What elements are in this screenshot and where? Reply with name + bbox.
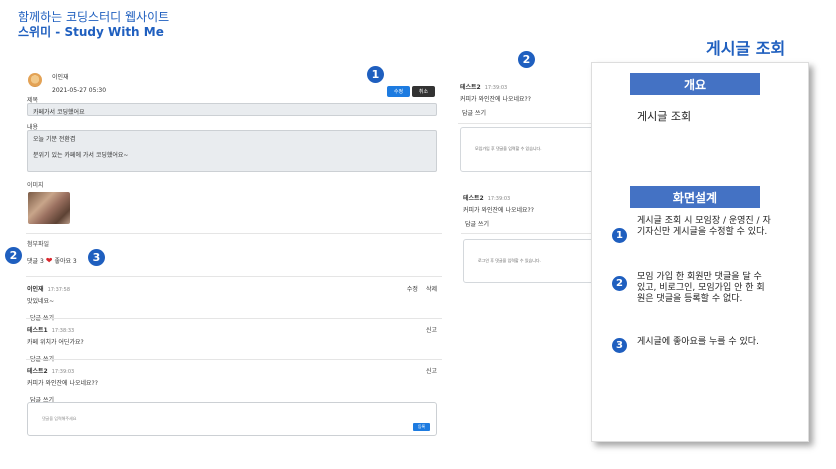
design-tag: 화면설계	[630, 186, 760, 208]
design-desc-1: 게시글 조회 시 모임장 / 운영진 / 자기자신만 게시글을 수정할 수 있다…	[637, 216, 771, 237]
comment-item: 테스트2 17:39:03 신고 커피가 와인잔에 나오네요?? 답글 쓰기	[27, 366, 441, 404]
comment-time: 17:37:58	[47, 287, 71, 293]
content-line: 분위기 있는 카페에 가서 코딩했어요~	[33, 152, 129, 159]
divider	[26, 359, 442, 360]
marker-2: 2	[518, 51, 535, 68]
marker-3: 3	[612, 338, 627, 353]
like-count: 좋아요 3	[54, 258, 77, 265]
attachment-label: 첨부파일	[27, 241, 50, 248]
comment-author: 테스트2	[463, 195, 484, 202]
page-title: 게시글 조회	[706, 39, 786, 58]
title-field[interactable]: 카페가서 코딩했어요	[27, 103, 437, 116]
submit-comment-button[interactable]: 등록	[413, 423, 430, 431]
design-desc-2: 모임 가입 한 회원만 댓글을 달 수 있고, 비로그인, 모임가입 안 한 회…	[637, 272, 765, 304]
comment-notice: 로그인 후 댓글을 입력할 수 있습니다.	[478, 258, 541, 263]
overview-tag: 개요	[630, 73, 760, 95]
marker-2: 2	[5, 247, 22, 264]
comment-text: 맛있네요~	[27, 298, 55, 305]
comment-preview-guest: 테스트2 17:39:03 커피가 와인잔에 나오네요?? 답글 쓰기 로그인 후…	[461, 193, 606, 285]
comment-edit-link[interactable]: 수정	[407, 284, 418, 293]
comment-like-row: 댓글 3 ❤ 좋아요 3	[27, 256, 77, 265]
post-date: 2021-05-27 05:30	[52, 87, 107, 94]
design-desc-3: 게시글에 좋아요를 누를 수 있다.	[637, 337, 759, 347]
overview-text: 게시글 조회	[637, 110, 692, 123]
marker-2: 2	[612, 276, 627, 291]
comment-time: 17:39:03	[487, 196, 511, 202]
site-subtitle: 스위미 - Study With Me	[18, 25, 164, 39]
post-author: 이인재	[52, 74, 69, 81]
comment-text: 카페 위치가 어딘가요?	[27, 339, 84, 346]
comment-text: 커피가 와인잔에 나오네요??	[460, 96, 531, 103]
comment-author: 이인재	[27, 286, 44, 293]
post-image[interactable]	[28, 192, 70, 224]
comment-input[interactable]: 댓글을 입력해주세요 등록	[27, 402, 437, 436]
site-header: 함께하는 코딩스터디 웹사이트 스위미 - Study With Me	[18, 10, 169, 40]
marker-3: 3	[88, 249, 105, 266]
description-panel: 개요 게시글 조회 화면설계 1 게시글 조회 시 모임장 / 운영진 / 자기…	[591, 62, 809, 442]
comment-item: 이인재17:37:58 수정 삭제 맛있네요~ 답글 쓰기	[27, 284, 441, 322]
reply-link[interactable]: 답글 쓰기	[465, 219, 489, 228]
avatar	[28, 73, 42, 87]
comment-disabled-box: 모임가입 후 댓글을 입력할 수 있습니다.	[460, 127, 601, 172]
site-title: 함께하는 코딩스터디 웹사이트	[18, 10, 170, 24]
comment-count: 댓글 3	[27, 258, 44, 265]
heart-icon[interactable]: ❤	[46, 256, 53, 265]
marker-1: 1	[367, 66, 384, 83]
comment-time: 17:39:03	[51, 369, 75, 375]
divider	[26, 318, 442, 319]
comment-time: 17:39:03	[484, 85, 508, 91]
divider	[461, 233, 606, 234]
comment-text: 커피가 와인잔에 나오네요??	[27, 380, 98, 387]
edit-button[interactable]: 수정	[387, 86, 410, 97]
comment-author: 테스트2	[460, 84, 481, 91]
comment-preview-member: 테스트2 17:39:03 커피가 와인잔에 나오네요?? 답글 쓰기 모임가입 …	[458, 82, 603, 174]
report-link[interactable]: 신고	[426, 325, 437, 334]
marker-1: 1	[612, 228, 627, 243]
comment-delete-link[interactable]: 삭제	[426, 284, 437, 293]
comment-disabled-box: 로그인 후 댓글을 입력할 수 있습니다.	[463, 239, 604, 283]
reply-link[interactable]: 답글 쓰기	[462, 108, 486, 117]
divider	[26, 276, 442, 277]
cancel-button[interactable]: 취소	[412, 86, 435, 97]
comment-item: 테스트117:38:33 신고 카페 위치가 어딘가요? 답글 쓰기	[27, 325, 441, 363]
divider	[458, 123, 603, 124]
comment-author: 테스트2	[27, 368, 48, 375]
comment-notice: 모임가입 후 댓글을 입력할 수 있습니다.	[475, 146, 542, 151]
comment-placeholder: 댓글을 입력해주세요	[42, 416, 77, 421]
report-link[interactable]: 신고	[426, 366, 437, 375]
comment-text: 커피가 와인잔에 나오네요??	[463, 207, 534, 214]
comment-author: 테스트1	[27, 327, 48, 334]
image-label: 이미지	[27, 182, 44, 189]
divider	[26, 233, 442, 234]
comment-time: 17:38:33	[51, 328, 75, 334]
content-field[interactable]: 오늘 기분 전환겸 분위기 있는 카페에 가서 코딩했어요~	[27, 130, 437, 172]
content-line: 오늘 기분 전환겸	[33, 136, 76, 143]
